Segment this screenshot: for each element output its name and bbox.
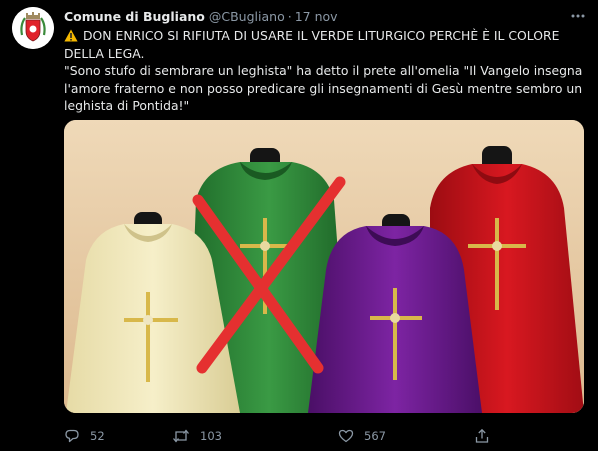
warning-icon — [64, 29, 78, 42]
share-icon — [475, 428, 489, 443]
like-button[interactable]: 567 — [338, 426, 386, 446]
display-name[interactable]: Comune di Bugliano — [64, 9, 205, 24]
coat-of-arms-icon — [12, 7, 54, 49]
tweet: Comune di Bugliano @CBugliano · 17 nov DON … — [0, 0, 598, 451]
tweet-date[interactable]: 17 nov — [295, 9, 338, 24]
reply-icon — [65, 429, 79, 443]
separator: · — [287, 9, 292, 24]
more-button[interactable] — [568, 6, 588, 26]
more-horizontal-icon — [571, 14, 585, 18]
tweet-headline: DON ENRICO SI RIFIUTA DI USARE IL VERDE … — [64, 28, 560, 61]
tweet-image[interactable] — [64, 120, 584, 413]
retweet-button[interactable]: 103 — [172, 426, 222, 446]
tweet-headline-line: DON ENRICO SI RIFIUTA DI USARE IL VERDE … — [64, 27, 584, 62]
avatar[interactable] — [12, 7, 54, 49]
vestments-photo — [64, 120, 584, 413]
tweet-text: DON ENRICO SI RIFIUTA DI USARE IL VERDE … — [64, 27, 584, 115]
retweet-icon — [173, 429, 189, 443]
tweet-quote: "Sono stufo di sembrare un leghista" ha … — [64, 63, 583, 113]
reply-button[interactable]: 52 — [64, 426, 105, 446]
tweet-header: Comune di Bugliano @CBugliano · 17 nov — [64, 8, 568, 26]
heart-icon — [338, 429, 354, 443]
like-count: 567 — [364, 429, 386, 443]
retweet-count: 103 — [200, 429, 222, 443]
reply-count: 52 — [90, 429, 105, 443]
tweet-actions: 52 103 567 — [64, 426, 524, 446]
handle[interactable]: @CBugliano — [209, 9, 285, 24]
share-button[interactable] — [474, 426, 500, 446]
